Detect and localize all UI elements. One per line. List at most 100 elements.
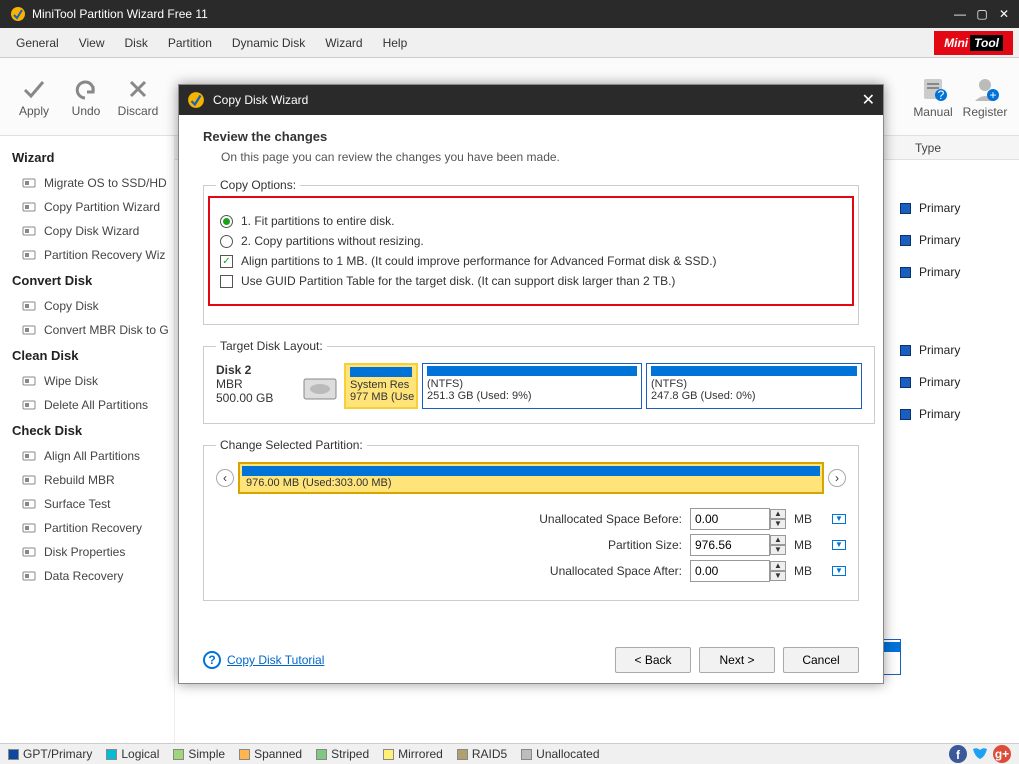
legend-item: Spanned: [239, 747, 302, 761]
partition-rows: PrimaryPrimaryPrimaryPrimaryPrimaryPrima…: [900, 192, 1019, 430]
sidebar-item-icon: [22, 398, 36, 412]
maximize-icon[interactable]: ▢: [971, 3, 993, 25]
legend-swatch-icon: [383, 749, 394, 760]
unit-dropdown-icon[interactable]: ▼: [832, 566, 846, 576]
legend-label: GPT/Primary: [23, 747, 92, 761]
layout-part-3[interactable]: (NTFS)247.8 GB (Used: 0%): [646, 363, 862, 409]
type-label: Primary: [919, 265, 979, 279]
menu-help[interactable]: Help: [373, 30, 418, 56]
back-button[interactable]: < Back: [615, 647, 691, 673]
register-button[interactable]: + Register: [959, 75, 1011, 119]
checkbox-align-1mb[interactable]: ✓ Align partitions to 1 MB. (It could im…: [220, 254, 842, 268]
twitter-icon[interactable]: [971, 745, 989, 763]
menu-wizard[interactable]: Wizard: [315, 30, 372, 56]
menu-bar: General View Disk Partition Dynamic Disk…: [0, 28, 1019, 58]
after-input[interactable]: [690, 560, 770, 582]
sidebar-item[interactable]: Rebuild MBR: [4, 468, 170, 492]
sidebar-item[interactable]: Delete All Partitions: [4, 393, 170, 417]
spin-down-icon[interactable]: ▼: [770, 545, 786, 555]
checkbox-icon: ✓: [220, 255, 233, 268]
menu-partition[interactable]: Partition: [158, 30, 222, 56]
sidebar-item-icon: [22, 449, 36, 463]
slider-left-icon[interactable]: ‹: [216, 469, 234, 487]
apply-button[interactable]: Apply: [8, 76, 60, 118]
dialog-logo-icon: [187, 91, 205, 109]
spin-up-icon[interactable]: ▲: [770, 535, 786, 545]
sidebar-item-label: Surface Test: [44, 497, 110, 511]
option-no-resize[interactable]: 2. Copy partitions without resizing.: [220, 234, 842, 248]
sidebar-item[interactable]: Data Recovery: [4, 564, 170, 588]
spin-up-icon[interactable]: ▲: [770, 561, 786, 571]
legend-label: Striped: [331, 747, 369, 761]
sidebar-item[interactable]: Copy Disk Wizard: [4, 219, 170, 243]
unit-dropdown-icon[interactable]: ▼: [832, 514, 846, 524]
table-row[interactable]: Primary: [900, 192, 1019, 224]
discard-button[interactable]: Discard: [112, 76, 164, 118]
undo-label: Undo: [72, 104, 101, 118]
layout-part-1[interactable]: System Res977 MB (Use: [344, 363, 418, 409]
layout-part-2[interactable]: (NTFS)251.3 GB (Used: 9%): [422, 363, 642, 409]
undo-icon: [73, 76, 99, 102]
googleplus-icon[interactable]: g+: [993, 745, 1011, 763]
dialog-close-icon[interactable]: ✕: [862, 90, 875, 110]
sidebar-item-icon: [22, 545, 36, 559]
menu-view[interactable]: View: [69, 30, 115, 56]
facebook-icon[interactable]: f: [949, 745, 967, 763]
dialog-title-bar: Copy Disk Wizard ✕: [179, 85, 883, 115]
sidebar-item[interactable]: Copy Partition Wizard: [4, 195, 170, 219]
next-button[interactable]: Next >: [699, 647, 775, 673]
sidebar-item[interactable]: Surface Test: [4, 492, 170, 516]
spin-down-icon[interactable]: ▼: [770, 571, 786, 581]
menu-disk[interactable]: Disk: [115, 30, 158, 56]
sidebar-item-label: Disk Properties: [44, 545, 125, 559]
before-input[interactable]: [690, 508, 770, 530]
user-icon: +: [971, 75, 999, 103]
option-fit-label: 1. Fit partitions to entire disk.: [241, 214, 394, 228]
sidebar-item[interactable]: Convert MBR Disk to G: [4, 318, 170, 342]
undo-button[interactable]: Undo: [60, 76, 112, 118]
slider-right-icon[interactable]: ›: [828, 469, 846, 487]
cancel-button[interactable]: Cancel: [783, 647, 859, 673]
spin-up-icon[interactable]: ▲: [770, 509, 786, 519]
legend-swatch-icon: [8, 749, 19, 760]
tutorial-link[interactable]: Copy Disk Tutorial: [227, 653, 324, 667]
unit-dropdown-icon[interactable]: ▼: [832, 540, 846, 550]
sidebar-item[interactable]: Copy Disk: [4, 294, 170, 318]
sidebar-item[interactable]: Wipe Disk: [4, 369, 170, 393]
size-input[interactable]: [690, 534, 770, 556]
option-fit-entire[interactable]: 1. Fit partitions to entire disk.: [220, 214, 842, 228]
table-row[interactable]: Primary: [900, 366, 1019, 398]
table-row[interactable]: Primary: [900, 398, 1019, 430]
sidebar-item-icon: [22, 248, 36, 262]
sidebar-item[interactable]: Align All Partitions: [4, 444, 170, 468]
legend-label: Unallocated: [536, 747, 599, 761]
partition-slider[interactable]: 976.00 MB (Used:303.00 MB): [238, 462, 824, 494]
legend-item: Striped: [316, 747, 369, 761]
checkbox-guid[interactable]: Use GUID Partition Table for the target …: [220, 274, 842, 288]
window-title: MiniTool Partition Wizard Free 11: [32, 7, 949, 21]
manual-button[interactable]: ? Manual: [907, 75, 959, 119]
table-row[interactable]: Primary: [900, 256, 1019, 288]
status-bar: GPT/PrimaryLogicalSimpleSpannedStripedMi…: [0, 743, 1019, 764]
svg-text:?: ?: [208, 653, 215, 667]
sidebar-item[interactable]: Disk Properties: [4, 540, 170, 564]
type-label: Primary: [919, 233, 979, 247]
spin-down-icon[interactable]: ▼: [770, 519, 786, 529]
size-unit: MB: [794, 538, 824, 552]
sidebar-item[interactable]: Partition Recovery Wiz: [4, 243, 170, 267]
table-row[interactable]: Primary: [900, 334, 1019, 366]
type-color-icon: [900, 235, 911, 246]
close-icon[interactable]: ✕: [993, 3, 1015, 25]
legend-label: Simple: [188, 747, 225, 761]
target-disk-legend: Target Disk Layout:: [216, 339, 327, 353]
minimize-icon[interactable]: —: [949, 3, 971, 25]
sidebar-item[interactable]: Partition Recovery: [4, 516, 170, 540]
table-row[interactable]: Primary: [900, 224, 1019, 256]
sidebar-item[interactable]: Migrate OS to SSD/HD: [4, 171, 170, 195]
sidebar-item-label: Wipe Disk: [44, 374, 98, 388]
menu-dynamic-disk[interactable]: Dynamic Disk: [222, 30, 315, 56]
change-partition-fieldset: Change Selected Partition: ‹ 976.00 MB (…: [203, 438, 859, 601]
menu-general[interactable]: General: [6, 30, 69, 56]
help-link-area: ? Copy Disk Tutorial: [203, 651, 324, 669]
brand-part1: Mini: [944, 36, 968, 50]
